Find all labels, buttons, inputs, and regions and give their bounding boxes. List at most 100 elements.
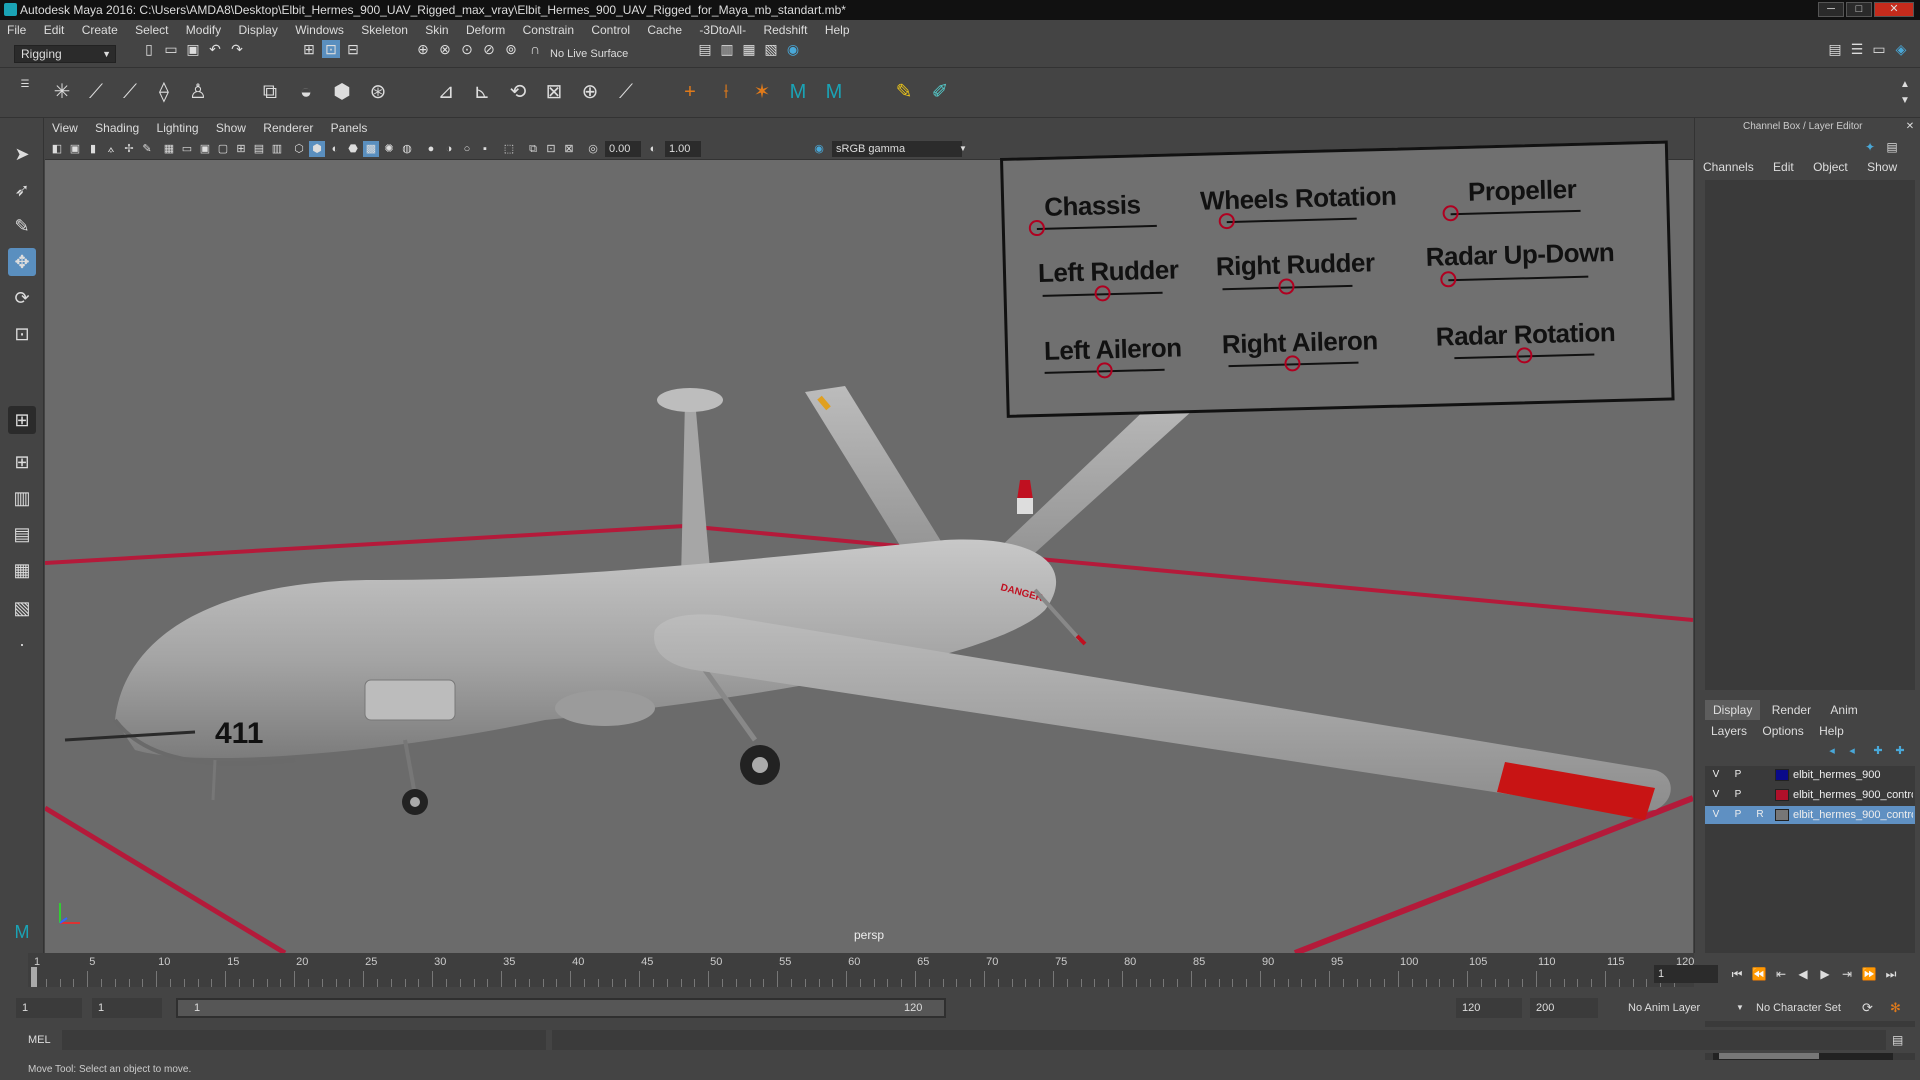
- mel-label[interactable]: MEL: [28, 1030, 51, 1050]
- snap-view-icon[interactable]: ⊘: [480, 40, 498, 58]
- attribute-toggle-icon[interactable]: ▤: [1883, 138, 1901, 156]
- select-component-icon[interactable]: ⊟: [344, 40, 362, 58]
- render-frame-icon[interactable]: ▥: [718, 40, 736, 58]
- playback-start-field[interactable]: 1: [92, 998, 162, 1018]
- new-layer-selected-icon[interactable]: ✚: [1891, 742, 1909, 760]
- layer-color-swatch[interactable]: [1775, 769, 1789, 781]
- scale-tool-icon[interactable]: ⊡: [8, 320, 36, 348]
- gamma-icon[interactable]: ◐: [645, 141, 661, 157]
- ik-spring-icon[interactable]: ⟠: [150, 78, 178, 106]
- 2d-pan-icon[interactable]: ✢: [121, 141, 137, 157]
- layer-horizontal-scrollbar[interactable]: [1713, 1052, 1893, 1060]
- snap-surface-icon[interactable]: ⊚: [502, 40, 520, 58]
- live-surface-field[interactable]: No Live Surface: [550, 46, 660, 62]
- panel-menu-shading[interactable]: Shading: [88, 118, 146, 138]
- select-camera-icon[interactable]: ◧: [49, 141, 65, 157]
- joint-tool-icon[interactable]: ✳: [48, 78, 76, 106]
- safe-title-icon[interactable]: ▥: [269, 141, 285, 157]
- go-to-end-icon[interactable]: ⏭: [1882, 965, 1900, 983]
- layer-row[interactable]: V P elbit_hermes_900: [1705, 766, 1915, 784]
- maximize-button[interactable]: □: [1846, 2, 1872, 17]
- gate-mask-icon[interactable]: ▢: [215, 141, 231, 157]
- select-object-icon[interactable]: ⊡: [322, 40, 340, 58]
- bind-skin-icon[interactable]: ⧉: [256, 78, 284, 106]
- channel-menu-channels[interactable]: Channels: [1695, 158, 1762, 176]
- resolution-gate-icon[interactable]: ▣: [197, 141, 213, 157]
- joint-label-icon[interactable]: ⟊: [712, 78, 740, 106]
- xray-joints-icon[interactable]: ⊡: [543, 141, 559, 157]
- radar-mast[interactable]: [657, 388, 723, 580]
- menu-windows[interactable]: Windows: [288, 20, 351, 40]
- layer-menu-help[interactable]: Help: [1813, 722, 1850, 740]
- panel-menu-view[interactable]: View: [45, 118, 85, 138]
- channel-list-area[interactable]: [1705, 180, 1915, 690]
- chevron-down-icon[interactable]: ▼: [955, 141, 971, 157]
- wireframe-on-shaded-icon[interactable]: ⬣: [345, 141, 361, 157]
- anim-layer-dropdown[interactable]: No Anim Layer: [1628, 998, 1700, 1018]
- current-time-marker[interactable]: [31, 967, 37, 987]
- current-frame-field[interactable]: 1: [1654, 965, 1718, 983]
- channel-menu-object[interactable]: Object: [1805, 158, 1856, 176]
- panel-menu-show[interactable]: Show: [209, 118, 253, 138]
- render-settings-icon[interactable]: ▧: [762, 40, 780, 58]
- auto-key-icon[interactable]: ⟳: [1862, 998, 1873, 1018]
- ik-spline-icon[interactable]: ⟋: [116, 78, 144, 106]
- locator-icon[interactable]: +: [676, 78, 704, 106]
- shelf-menu-icon[interactable]: ☰: [16, 76, 34, 94]
- gamma-field[interactable]: 1.00: [665, 141, 701, 157]
- menu-cache[interactable]: Cache: [640, 20, 689, 40]
- step-forward-frame-icon[interactable]: ⏩: [1860, 965, 1878, 983]
- select-tool-icon[interactable]: ➤: [8, 140, 36, 168]
- color-management-icon[interactable]: ◉: [811, 141, 827, 157]
- minimize-button[interactable]: ─: [1818, 2, 1844, 17]
- safe-action-icon[interactable]: ▤: [251, 141, 267, 157]
- menu-constrain[interactable]: Constrain: [516, 20, 581, 40]
- new-scene-icon[interactable]: ▯: [140, 40, 158, 58]
- graph-persp-icon[interactable]: ▦: [8, 556, 36, 584]
- chevron-down-icon[interactable]: ▼: [1736, 998, 1744, 1018]
- paint-icon[interactable]: ✎: [890, 78, 918, 106]
- time-slider[interactable]: 1 5 10 15 20 25 30 35 40 45 50 55 60 65 70 75 80 85 90 95 10…: [0, 953, 1920, 995]
- layer-visibility-toggle[interactable]: V: [1707, 767, 1725, 783]
- layer-color-swatch[interactable]: [1775, 789, 1789, 801]
- pole-vector-icon[interactable]: ⟋: [612, 78, 640, 106]
- scale-constraint-icon[interactable]: ⊠: [540, 78, 568, 106]
- layer-display-type-toggle[interactable]: [1751, 787, 1769, 803]
- menu-deform[interactable]: Deform: [459, 20, 512, 40]
- paint-select-icon[interactable]: ✎: [8, 212, 36, 240]
- channel-menu-show[interactable]: Show: [1859, 158, 1905, 176]
- menu-file[interactable]: File: [0, 20, 33, 40]
- step-forward-key-icon[interactable]: ⇥: [1838, 965, 1856, 983]
- paint-weights-icon[interactable]: ◒: [292, 78, 320, 106]
- menu-skeleton[interactable]: Skeleton: [354, 20, 415, 40]
- four-view-icon[interactable]: ⊞: [8, 448, 36, 476]
- layer-menu-options[interactable]: Options: [1756, 722, 1809, 740]
- field-chart-icon[interactable]: ⊞: [233, 141, 249, 157]
- render-view-icon[interactable]: ▤: [696, 40, 714, 58]
- layer-playback-toggle[interactable]: P: [1729, 807, 1747, 823]
- layer-color-swatch[interactable]: [1775, 809, 1789, 821]
- textured-icon[interactable]: ▩: [363, 141, 379, 157]
- step-back-key-icon[interactable]: ⇤: [1772, 965, 1790, 983]
- xray-icon[interactable]: ⧉: [525, 141, 541, 157]
- exposure-icon[interactable]: ◎: [585, 141, 601, 157]
- view-transform-dropdown[interactable]: sRGB gamma: [832, 141, 962, 157]
- range-slider[interactable]: 1 120: [176, 998, 946, 1018]
- radar-rotation-control[interactable]: [1516, 347, 1533, 364]
- menu-3dtoall[interactable]: -3DtoAll-: [692, 20, 753, 40]
- channel-menu-edit[interactable]: Edit: [1765, 158, 1802, 176]
- default-lighting-icon[interactable]: ◐: [327, 141, 343, 157]
- hypershade-icon[interactable]: ◉: [784, 40, 802, 58]
- range-slider-handle[interactable]: [178, 1000, 944, 1016]
- panel-close-icon[interactable]: ✕: [1901, 118, 1919, 136]
- menu-modify[interactable]: Modify: [179, 20, 228, 40]
- new-layer-icon[interactable]: ✚: [1869, 742, 1887, 760]
- aim-constraint-icon[interactable]: ⊕: [576, 78, 604, 106]
- skeleton-icon[interactable]: ✶: [748, 78, 776, 106]
- parent-constraint-icon[interactable]: ⊿: [432, 78, 460, 106]
- layer-row[interactable]: V P R elbit_hermes_900_controllers: [1705, 806, 1915, 824]
- snap-point-icon[interactable]: ⊙: [458, 40, 476, 58]
- layout-more-icon[interactable]: ·: [8, 630, 36, 658]
- lattice-icon[interactable]: ⬢: [328, 78, 356, 106]
- save-scene-icon[interactable]: ▣: [184, 40, 202, 58]
